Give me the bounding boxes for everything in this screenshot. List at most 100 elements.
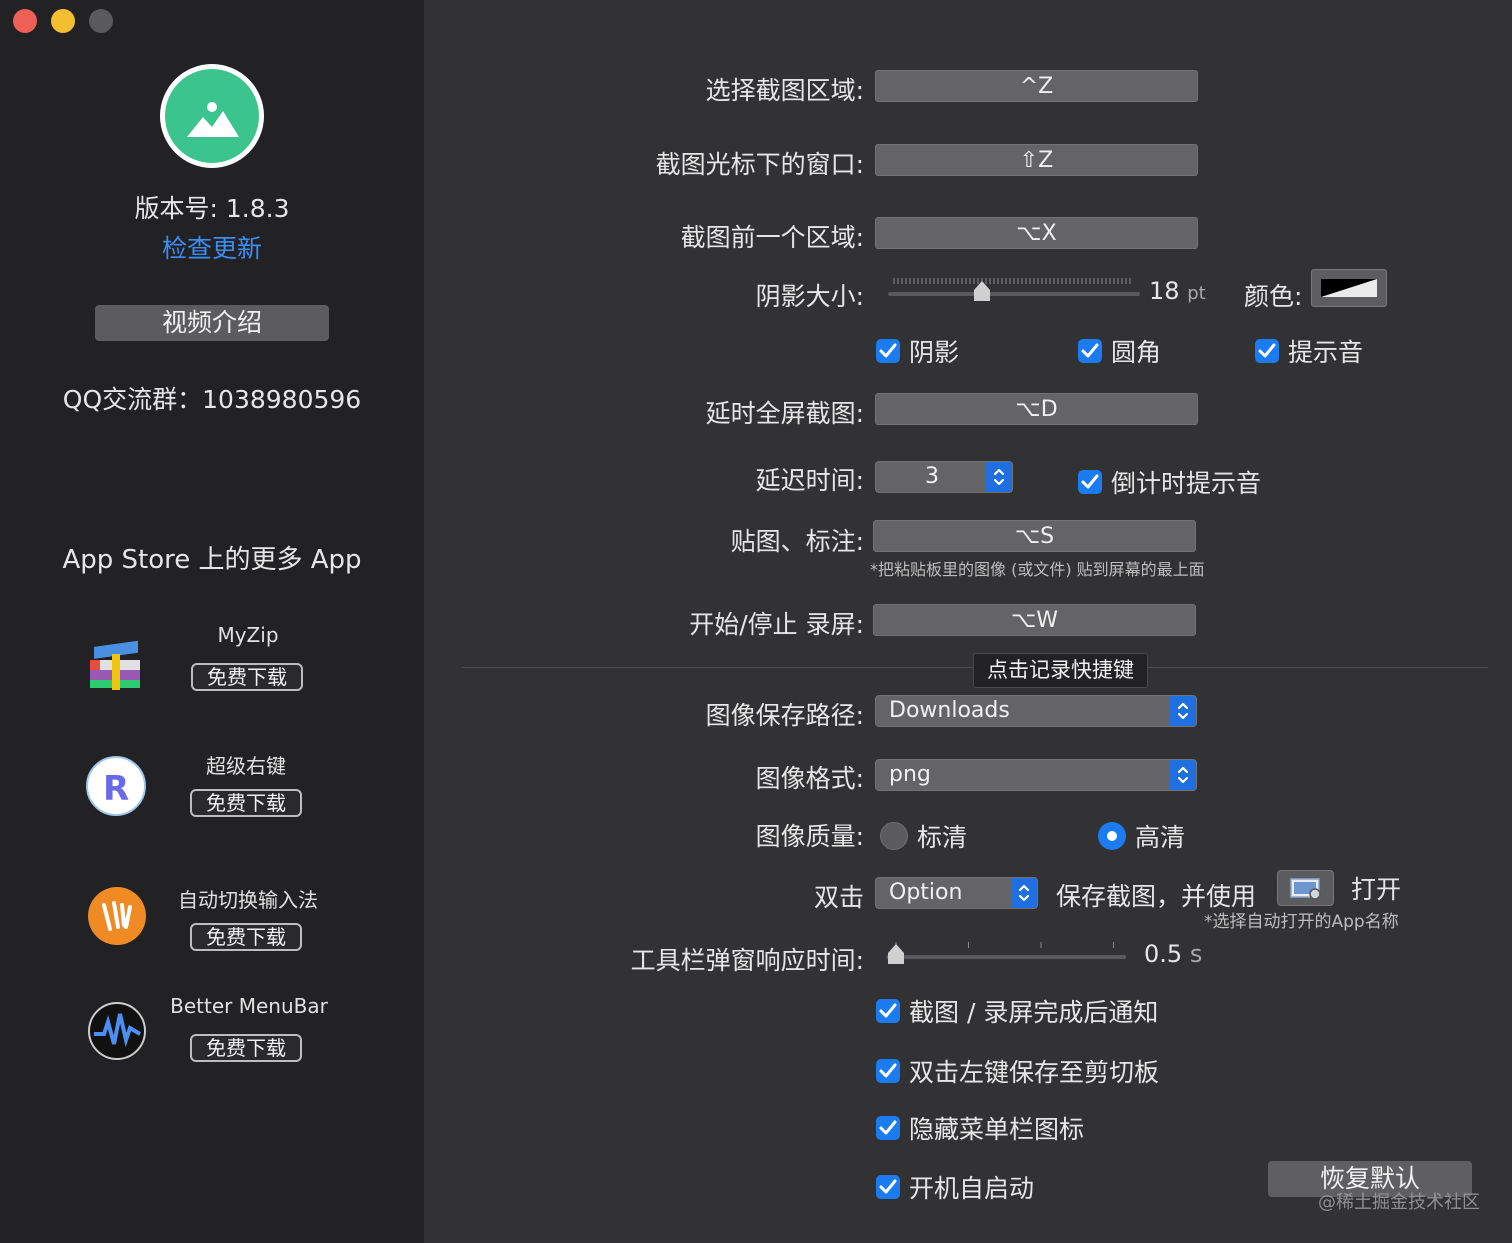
app-logo-icon — [160, 64, 264, 168]
toolbar-delay-label: 工具栏弹窗响应时间: — [630, 946, 864, 975]
previous-area-label: 截图前一个区域: — [680, 223, 864, 252]
shadow-checkbox[interactable]: 阴影 — [876, 333, 959, 369]
notify-after-capture-checkbox[interactable]: 截图 / 录屏完成后通知 — [876, 993, 1158, 1029]
shadow-size-slider[interactable] — [888, 274, 1140, 304]
window-capture-shortcut-field[interactable]: ⇧Z — [875, 144, 1198, 176]
better-menubar-download-button[interactable]: 免费下载 — [190, 1034, 302, 1062]
launch-at-login-label: 开机自启动 — [909, 1174, 1035, 1203]
toolbar-delay-slider-thumb[interactable] — [886, 943, 906, 965]
stepper-arrows-icon[interactable] — [986, 462, 1012, 492]
checkmark-icon — [1078, 470, 1102, 494]
app-name-better-menubar: Better MenuBar — [170, 994, 328, 1018]
checkmark-icon — [876, 1059, 900, 1083]
shadow-color-label: 颜色: — [1244, 282, 1303, 311]
checkmark-icon — [876, 1116, 900, 1140]
shadow-size-unit: pt — [1187, 283, 1206, 304]
checkmark-icon — [876, 1175, 900, 1199]
record-hotkey-tab[interactable]: 点击记录快捷键 — [973, 653, 1148, 688]
rounded-corners-checkbox-label: 圆角 — [1111, 338, 1162, 367]
save-path-select[interactable]: Downloads — [875, 695, 1197, 727]
delayed-fullscreen-label: 延时全屏截图: — [705, 399, 864, 428]
countdown-sound-checkbox[interactable]: 倒计时提示音 — [1078, 464, 1261, 500]
select-area-label: 选择截图区域: — [705, 76, 864, 105]
video-intro-button[interactable]: 视频介绍 — [95, 305, 329, 341]
app-name-myzip: MyZip — [217, 623, 279, 647]
app-name-auto-input-switch: 自动切换输入法 — [178, 888, 318, 912]
sound-checkbox-label: 提示音 — [1288, 338, 1364, 367]
shadow-color-well[interactable] — [1311, 269, 1387, 307]
zoom-window-button[interactable] — [89, 9, 113, 33]
image-format-label: 图像格式: — [755, 764, 864, 793]
minimize-window-button[interactable] — [51, 9, 75, 33]
checkmark-icon — [876, 999, 900, 1023]
previous-area-shortcut-field[interactable]: ⌥X — [875, 217, 1198, 249]
better-menubar-icon[interactable] — [88, 1002, 146, 1060]
auto-input-switch-download-button[interactable]: 免费下载 — [190, 923, 302, 951]
pin-annotate-shortcut-field[interactable]: ⌥S — [873, 520, 1196, 552]
auto-input-switch-icon[interactable] — [88, 887, 146, 945]
quality-sd-radio[interactable]: 标清 — [880, 818, 967, 854]
more-apps-title: App Store 上的更多 App — [62, 545, 362, 575]
myzip-download-button[interactable]: 免费下载 — [191, 663, 303, 691]
select-area-shortcut-field[interactable]: ^Z — [875, 70, 1198, 102]
close-window-button[interactable] — [13, 9, 37, 33]
quality-sd-label: 标清 — [917, 823, 968, 852]
countdown-sound-checkbox-label: 倒计时提示音 — [1111, 469, 1262, 498]
save-path-label: 图像保存路径: — [705, 701, 864, 730]
dblclick-clipboard-checkbox[interactable]: 双击左键保存至剪切板 — [876, 1053, 1159, 1089]
pin-annotate-label: 贴图、标注: — [730, 527, 864, 556]
toolbar-delay-number: 0.5 — [1144, 940, 1183, 968]
qq-group-label: QQ交流群：1038980596 — [62, 385, 362, 414]
launch-at-login-checkbox[interactable]: 开机自启动 — [876, 1169, 1034, 1205]
chevron-updown-icon — [1170, 760, 1196, 790]
hide-menubar-icon-label: 隐藏菜单栏图标 — [909, 1115, 1085, 1144]
delayed-fullscreen-shortcut-field[interactable]: ⌥D — [875, 393, 1198, 425]
sound-checkbox[interactable]: 提示音 — [1255, 333, 1363, 369]
delay-time-value: 3 — [925, 464, 939, 489]
hide-menubar-icon-checkbox[interactable]: 隐藏菜单栏图标 — [876, 1110, 1084, 1146]
checkmark-icon — [1255, 339, 1279, 363]
settings-panel: 选择截图区域: ^Z 截图光标下的窗口: ⇧Z 截图前一个区域: ⌥X 阴影大小… — [424, 0, 1512, 1243]
sidebar: 版本号: 1.8.3 检查更新 视频介绍 QQ交流群：1038980596 Ap… — [0, 0, 424, 1243]
version-label: 版本号: 1.8.3 — [134, 194, 290, 223]
super-right-click-icon[interactable]: R — [86, 756, 146, 816]
toolbar-delay-unit: s — [1189, 940, 1203, 968]
shadow-checkbox-label: 阴影 — [909, 338, 960, 367]
image-format-select[interactable]: png — [875, 759, 1197, 791]
super-right-click-download-button[interactable]: 免费下载 — [190, 789, 302, 817]
myzip-icon[interactable] — [86, 638, 146, 694]
image-quality-label: 图像质量: — [755, 822, 864, 851]
window-capture-label: 截图光标下的窗口: — [655, 150, 864, 179]
rounded-corners-checkbox[interactable]: 圆角 — [1078, 333, 1161, 369]
quality-hd-radio[interactable]: 高清 — [1098, 818, 1185, 854]
chevron-updown-icon — [1170, 696, 1196, 726]
preview-app-icon[interactable] — [1277, 870, 1334, 906]
delay-time-stepper[interactable]: 3 — [875, 461, 1013, 493]
shadow-size-label: 阴影大小: — [755, 282, 864, 311]
notify-after-capture-label: 截图 / 录屏完成后通知 — [909, 998, 1159, 1027]
radio-unselected-icon — [880, 822, 908, 850]
toolbar-delay-value: 0.5 s — [1144, 940, 1202, 968]
watermark: @稀土掘金技术社区 — [1318, 1192, 1480, 1213]
dblclick-clipboard-label: 双击左键保存至剪切板 — [909, 1058, 1160, 1087]
double-click-modifier-select[interactable]: Option — [875, 877, 1038, 909]
checkmark-icon — [1078, 339, 1102, 363]
check-update-link[interactable]: 检查更新 — [0, 229, 424, 265]
checkmark-icon — [876, 339, 900, 363]
pin-annotate-hint: *把粘贴板里的图像 (或文件) 贴到屏幕的最上面 — [870, 560, 1205, 579]
delay-time-label: 延迟时间: — [755, 466, 864, 495]
screen-record-shortcut-field[interactable]: ⌥W — [873, 604, 1196, 636]
chevron-updown-icon — [1011, 878, 1037, 908]
toolbar-delay-slider[interactable] — [886, 938, 1126, 970]
save-path-value: Downloads — [889, 698, 1010, 723]
open-app-label: 打开 — [1351, 875, 1402, 904]
double-click-label: 双击 — [813, 883, 864, 912]
app-name-super-right-click: 超级右键 — [206, 754, 286, 778]
svg-text:R: R — [103, 769, 129, 809]
shadow-size-number: 18 — [1149, 277, 1180, 305]
shadow-size-slider-thumb[interactable] — [972, 280, 992, 302]
quality-hd-label: 高清 — [1135, 823, 1186, 852]
double-click-hint: *选择自动打开的App名称 — [1204, 912, 1399, 932]
screen-record-label: 开始/停止 录屏: — [689, 610, 864, 639]
image-format-value: png — [889, 762, 931, 787]
